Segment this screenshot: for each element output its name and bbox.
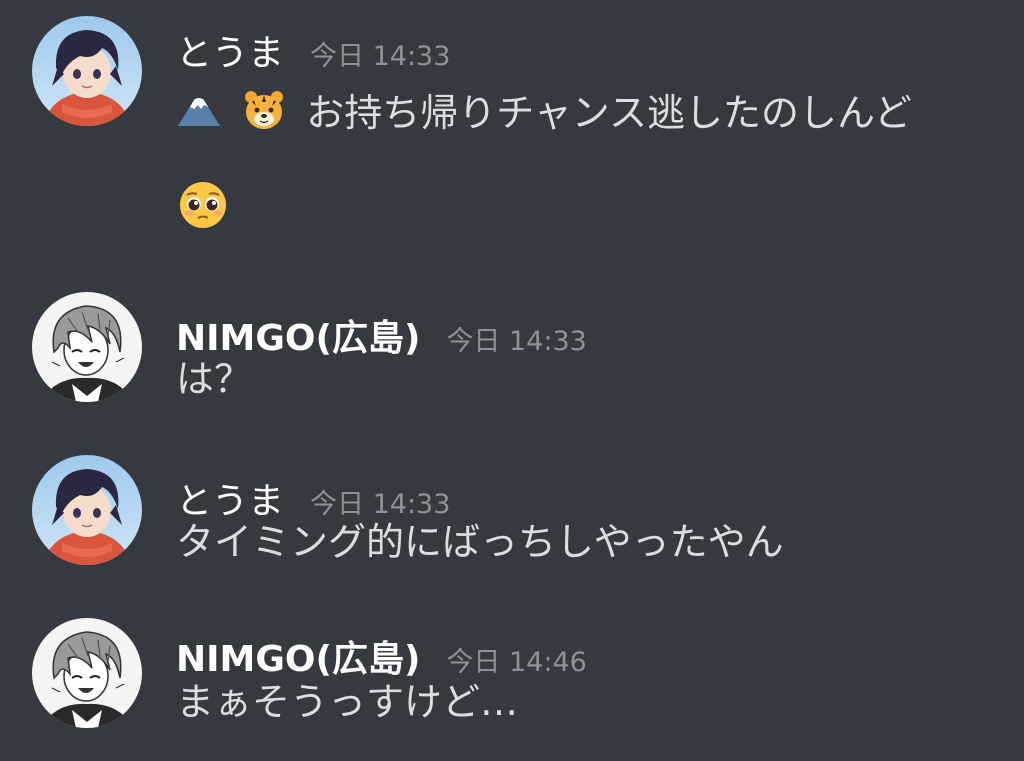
avatar-image-nimgo bbox=[32, 618, 142, 728]
timestamp: 今日 14:33 bbox=[310, 41, 451, 72]
avatar[interactable] bbox=[32, 292, 142, 402]
avatar-image-touma bbox=[32, 16, 142, 126]
pleading-face-icon bbox=[178, 180, 228, 234]
message-content: は？ bbox=[176, 357, 252, 403]
username[interactable]: とうま bbox=[176, 472, 284, 524]
message-header: NIMGO(広島) 今日 14:46 bbox=[176, 630, 587, 682]
message-header: とうま 今日 14:33 bbox=[176, 24, 450, 76]
message-content: タイミング的にばっちしやったやん bbox=[176, 520, 784, 566]
timestamp: 今日 14:46 bbox=[446, 647, 587, 678]
avatar-image-nimgo bbox=[32, 292, 142, 402]
username[interactable]: NIMGO(広島) bbox=[176, 309, 420, 361]
message-text: お持ち帰りチャンス逃したのしんど bbox=[306, 91, 912, 135]
tiger-face-icon bbox=[242, 88, 286, 143]
message-text: は？ bbox=[176, 357, 253, 401]
username[interactable]: NIMGO(広島) bbox=[176, 630, 420, 682]
timestamp: 今日 14:33 bbox=[310, 489, 451, 520]
avatar-image-touma bbox=[32, 455, 142, 565]
message-header: とうま 今日 14:33 bbox=[176, 472, 450, 524]
chat-log: とうま 今日 14:33 お持ち帰りチャンス逃したのしんど NIMGO(広島) … bbox=[0, 0, 1024, 761]
timestamp: 今日 14:33 bbox=[446, 326, 587, 357]
avatar[interactable] bbox=[32, 16, 142, 126]
message-text: まぁそうっすけど… bbox=[176, 680, 519, 724]
avatar[interactable] bbox=[32, 455, 142, 565]
message-text: タイミング的にばっちしやったやん bbox=[176, 520, 784, 564]
message-content: お持ち帰りチャンス逃したのしんど bbox=[176, 86, 912, 143]
message-content: まぁそうっすけど… bbox=[176, 680, 518, 726]
mount-fuji-icon bbox=[176, 86, 222, 143]
username[interactable]: とうま bbox=[176, 24, 284, 76]
message-header: NIMGO(広島) 今日 14:33 bbox=[176, 309, 587, 361]
avatar[interactable] bbox=[32, 618, 142, 728]
